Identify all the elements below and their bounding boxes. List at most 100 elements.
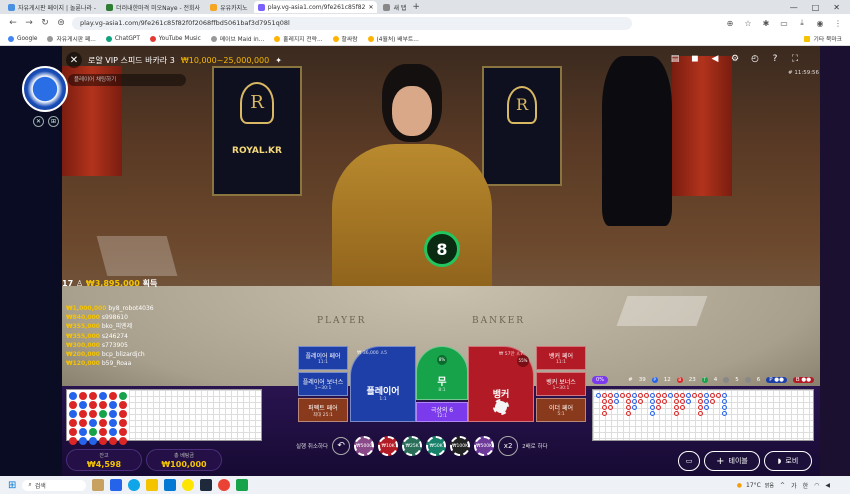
help-icon[interactable]: ? bbox=[768, 52, 782, 66]
chat-icon[interactable]: ▤ bbox=[668, 52, 682, 66]
chat-toggle-button[interactable]: ▭ bbox=[678, 451, 700, 471]
double-button[interactable]: x2 bbox=[498, 436, 519, 456]
bookmark-icon bbox=[332, 35, 339, 42]
profile-icon[interactable]: ◉ bbox=[814, 19, 826, 28]
banker-bonus-bet[interactable]: 뱅커 보너스 1~30:1 bbox=[536, 372, 586, 396]
chip-500k[interactable]: ₩500K bbox=[474, 436, 495, 456]
ime-mode[interactable]: 한 bbox=[803, 481, 809, 490]
big-road-mark bbox=[722, 405, 727, 410]
close-game-button[interactable]: ✕ bbox=[66, 52, 82, 68]
player-bonus-bet[interactable]: 플레이어 보너스 1~30:1 bbox=[298, 372, 348, 396]
browser-tab[interactable]: 새 탭 bbox=[379, 1, 410, 13]
chip-10k[interactable]: ₩10K bbox=[378, 436, 399, 456]
bookmark-item[interactable]: ChatGPT bbox=[105, 35, 140, 42]
chip-5000[interactable]: ₩5000 bbox=[354, 436, 375, 456]
browser-tab[interactable]: 유유카지노 bbox=[206, 1, 252, 13]
table-button[interactable]: + 테이블 bbox=[704, 451, 760, 471]
url-input[interactable]: play.vg-asia1.com/9fe261c85f82f0f2068ffb… bbox=[72, 16, 632, 30]
tie-bet[interactable]: 8% 무 8:1 bbox=[416, 346, 468, 400]
perfect-pair-bet[interactable]: 퍼펙트 페어 최대 25:1 bbox=[298, 398, 348, 422]
weather-widget[interactable]: ● 17°C 맑음 bbox=[737, 482, 774, 489]
bookmark-item[interactable]: 할싸람 bbox=[332, 34, 358, 43]
big-road-mark bbox=[638, 393, 643, 398]
bet-label: 무 bbox=[437, 377, 447, 388]
table-label-player: PLAYER bbox=[317, 316, 367, 326]
banker-pair-bet[interactable]: 뱅커 페어 11:1 bbox=[536, 346, 586, 370]
tray-arrow-icon[interactable]: ^ bbox=[780, 482, 785, 489]
chip-50k[interactable]: ₩50K bbox=[426, 436, 447, 456]
big-road-mark bbox=[698, 393, 703, 398]
big-road-mark bbox=[632, 393, 637, 398]
download-icon[interactable]: ⤓ bbox=[796, 18, 808, 28]
minimize-button[interactable]: — bbox=[790, 3, 798, 12]
chrome-icon[interactable] bbox=[217, 479, 230, 491]
app-icon[interactable] bbox=[109, 479, 122, 491]
predict-player-button[interactable]: P ●● bbox=[766, 377, 787, 383]
lobby-button[interactable]: ◗ 로비 bbox=[764, 451, 812, 471]
backdrop-text: ROYAL.KR bbox=[232, 146, 282, 156]
app-icon[interactable] bbox=[235, 479, 248, 491]
taskbar-search[interactable]: ⌕ 검색 bbox=[22, 479, 86, 491]
chat-input[interactable]: 플레이어 채팅하기 bbox=[68, 74, 186, 86]
windows-start-icon[interactable]: ⊞ bbox=[8, 480, 16, 491]
close-circle-icon[interactable]: ✕ bbox=[33, 116, 44, 127]
star-icon[interactable]: ☆ bbox=[742, 19, 754, 28]
banker-bet[interactable]: ₩ 57만 ♙7 55% 뱅커 bbox=[468, 346, 534, 422]
address-bar-row: ← → ↻ ⊜ play.vg-asia1.com/9fe261c85f82f0… bbox=[0, 14, 850, 32]
stat-bpair-icon bbox=[744, 377, 751, 383]
site-logo-icon[interactable] bbox=[22, 66, 68, 112]
winner-amount: ₩300,000 bbox=[66, 341, 100, 349]
bookmark-item[interactable]: 자유게시판 페... bbox=[47, 34, 96, 43]
pin-icon[interactable]: ✦ bbox=[275, 56, 282, 65]
close-window-button[interactable]: ✕ bbox=[833, 3, 840, 12]
kakaotalk-icon[interactable] bbox=[181, 479, 194, 491]
player-pair-bet[interactable]: 플레이어 페어 11:1 bbox=[298, 346, 348, 370]
either-pair-bet[interactable]: 이더 페어 5:1 bbox=[536, 398, 586, 422]
grid-icon[interactable]: ⊞ bbox=[48, 116, 59, 127]
menu-icon[interactable]: ⋮ bbox=[832, 19, 844, 28]
volume-icon[interactable]: ◀ bbox=[825, 482, 830, 489]
sound-icon[interactable]: ◀ bbox=[708, 52, 722, 66]
browser-tab-active[interactable]: play.vg-asia1.com/9fe261c85f82 ✕ bbox=[253, 1, 378, 13]
app-icon[interactable] bbox=[199, 479, 212, 491]
new-tab-icon[interactable]: + bbox=[412, 2, 420, 12]
winner-name: b59_Roaa bbox=[101, 360, 132, 368]
bookmark-folder-other[interactable]: 기타 북마크 bbox=[804, 34, 842, 43]
chip-100k[interactable]: ₩100K bbox=[450, 436, 471, 456]
tab-close-icon[interactable]: ✕ bbox=[368, 4, 373, 11]
extensions-icon[interactable]: ✱ bbox=[760, 19, 772, 28]
bookmark-item[interactable]: 메이브 Maid in... bbox=[210, 34, 264, 43]
maximize-button[interactable]: □ bbox=[812, 3, 820, 12]
browser-tab[interactable]: 자유게시판 페이지 | 놀륜나라 - bbox=[4, 1, 100, 13]
reload-icon[interactable]: ↻ bbox=[40, 18, 50, 28]
video-icon[interactable]: ◼ bbox=[688, 52, 702, 66]
bookmark-item[interactable]: YouTube Music bbox=[149, 35, 201, 42]
app-icon[interactable] bbox=[91, 479, 104, 491]
ime-lang[interactable]: 가 bbox=[791, 481, 797, 490]
taskbar-search-label: 검색 bbox=[34, 482, 46, 490]
app-icon[interactable] bbox=[163, 479, 176, 491]
bookmark-item[interactable]: Google bbox=[8, 35, 37, 42]
edge-icon[interactable] bbox=[127, 479, 140, 491]
super-six-bet[interactable]: 극상의 6 12:1 bbox=[416, 402, 468, 422]
lobby-icon: ◗ bbox=[777, 457, 782, 465]
fullscreen-icon[interactable]: ⛶ bbox=[788, 52, 802, 66]
chip-25k[interactable]: ₩25K bbox=[402, 436, 423, 456]
undo-icon[interactable]: ↶ bbox=[332, 437, 351, 455]
predict-banker-button[interactable]: B ●● bbox=[792, 377, 814, 383]
big-road-mark bbox=[704, 405, 709, 410]
history-icon[interactable]: ◴ bbox=[748, 52, 762, 66]
forward-icon[interactable]: → bbox=[24, 18, 34, 28]
bookmark-item[interactable]: 홀레지지 전략... bbox=[274, 34, 323, 43]
site-info-icon[interactable]: ⊜ bbox=[56, 18, 66, 28]
folder-icon[interactable] bbox=[145, 479, 158, 491]
settings-gear-icon[interactable]: ⚙ bbox=[728, 52, 742, 66]
back-icon[interactable]: ← bbox=[8, 18, 18, 28]
bookmark-item[interactable]: (4월처) 배부트... bbox=[367, 34, 419, 43]
browser-tab[interactable]: 더러내한마격 미오Naye - 전회사 bbox=[102, 1, 204, 13]
translate-icon[interactable]: ⊕ bbox=[724, 19, 736, 28]
sidebar-icon[interactable]: ▭ bbox=[778, 19, 790, 28]
player-bet[interactable]: ₩ 36,000 ♙5 플레이어 1:1 bbox=[350, 346, 416, 422]
sun-icon: ● bbox=[736, 481, 742, 489]
wifi-icon[interactable]: ◠ bbox=[814, 482, 819, 489]
